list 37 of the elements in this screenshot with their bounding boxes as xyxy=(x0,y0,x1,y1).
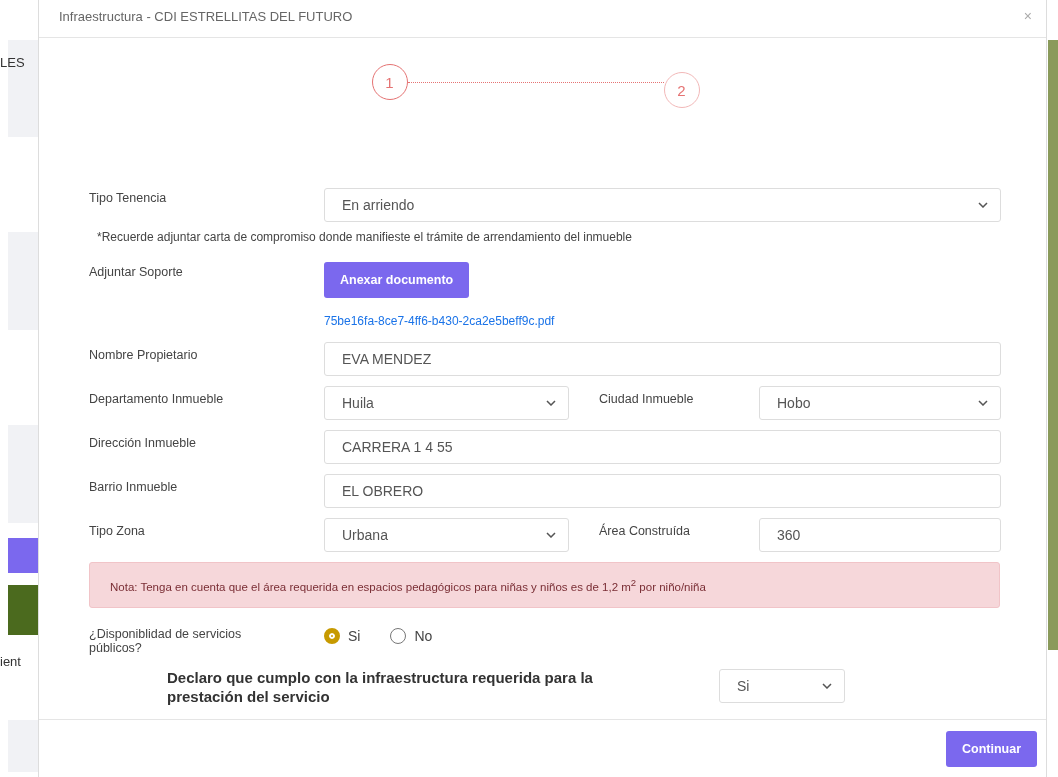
radio-option[interactable]: No xyxy=(390,627,433,644)
note-text: *Recuerde adjuntar carta de compromiso donde manifieste el trámite de arrendamiento del inmueble xyxy=(97,230,633,244)
field-label: ¿Disponiblidad de servicios públicos? xyxy=(89,625,243,655)
select-field[interactable]: En arriendo xyxy=(324,188,1001,222)
radio-option[interactable]: Si xyxy=(324,627,361,644)
chevron-down-icon xyxy=(546,400,556,406)
input-field[interactable]: EL OBRERO xyxy=(324,474,1001,508)
attach-button[interactable]: Anexar documento xyxy=(324,262,470,298)
continue-button[interactable]: Continuar xyxy=(945,730,1037,767)
field-label: Dirección Inmueble xyxy=(89,436,196,450)
chevron-down-icon xyxy=(978,202,988,208)
file-link[interactable]: 75be16fa-8ce7-4ff6-b430-2ca2e5beff9c.pdf xyxy=(324,314,1000,328)
background-panel xyxy=(8,720,38,772)
field-label: Ciudad Inmueble xyxy=(599,392,694,406)
modal-title: Infraestructura - CDI ESTRELLITAS DEL FUTURO xyxy=(59,10,353,23)
chevron-down-icon xyxy=(546,532,556,538)
input-field[interactable]: EVA MENDEZ xyxy=(324,342,1001,376)
alert-text: Nota: Tenga en cuenta que el área requerida en espacios pedagógicos para niñas y niños es de 1,2 m$^{2}$ por niño/niña xyxy=(110,580,706,593)
field-label: Área Construída xyxy=(599,524,691,538)
select-field[interactable]: Urbana xyxy=(324,518,569,552)
field-label: Tipo Zona xyxy=(89,524,145,538)
select-field[interactable]: Hobo xyxy=(759,386,1001,420)
select-field[interactable]: Si xyxy=(719,668,845,703)
field-label: Adjuntar Soporte xyxy=(89,264,184,279)
chevron-down-icon xyxy=(978,400,988,406)
field-label: Nombre Propietario xyxy=(89,348,198,362)
field-label: Barrio Inmueble xyxy=(89,480,178,494)
input-field[interactable]: CARRERA 1 4 55 xyxy=(324,430,1001,464)
select-field[interactable]: Huila xyxy=(324,386,569,420)
field-label: Tipo Tenencia xyxy=(89,190,168,205)
background-text: LES xyxy=(0,55,25,70)
declaration-text: Declaro que cumplo con la infraestructura requerida para la prestación del servicio xyxy=(167,668,594,707)
background-bar xyxy=(8,585,38,635)
input-field[interactable]: 360 xyxy=(759,518,1001,552)
chevron-down-icon xyxy=(822,682,832,689)
field-label: Departamento Inmueble xyxy=(89,392,224,406)
background-text: ient xyxy=(0,654,21,669)
